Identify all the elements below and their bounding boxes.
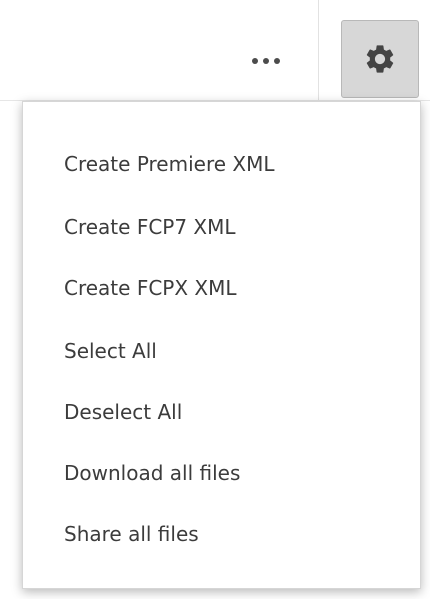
ellipsis-icon bbox=[252, 58, 258, 64]
menu-item-deselect-all[interactable]: Deselect All bbox=[23, 385, 420, 439]
toolbar bbox=[0, 0, 430, 110]
ellipsis-icon bbox=[274, 58, 280, 64]
ellipsis-icon bbox=[263, 58, 269, 64]
menu-item-download-all-files[interactable]: Download all files bbox=[23, 446, 420, 500]
menu-item-create-premiere-xml[interactable]: Create Premiere XML bbox=[23, 137, 420, 191]
toolbar-divider bbox=[318, 0, 319, 102]
settings-dropdown-menu: Create Premiere XML Create FCP7 XML Crea… bbox=[22, 101, 421, 589]
menu-item-share-all-files[interactable]: Share all files bbox=[23, 507, 420, 561]
menu-item-create-fcpx-xml[interactable]: Create FCPX XML bbox=[23, 261, 420, 315]
gear-icon bbox=[366, 45, 394, 73]
more-options-button[interactable] bbox=[240, 36, 292, 86]
menu-item-create-fcp7-xml[interactable]: Create FCP7 XML bbox=[23, 200, 420, 254]
settings-button[interactable] bbox=[341, 20, 419, 98]
menu-item-select-all[interactable]: Select All bbox=[23, 324, 420, 378]
